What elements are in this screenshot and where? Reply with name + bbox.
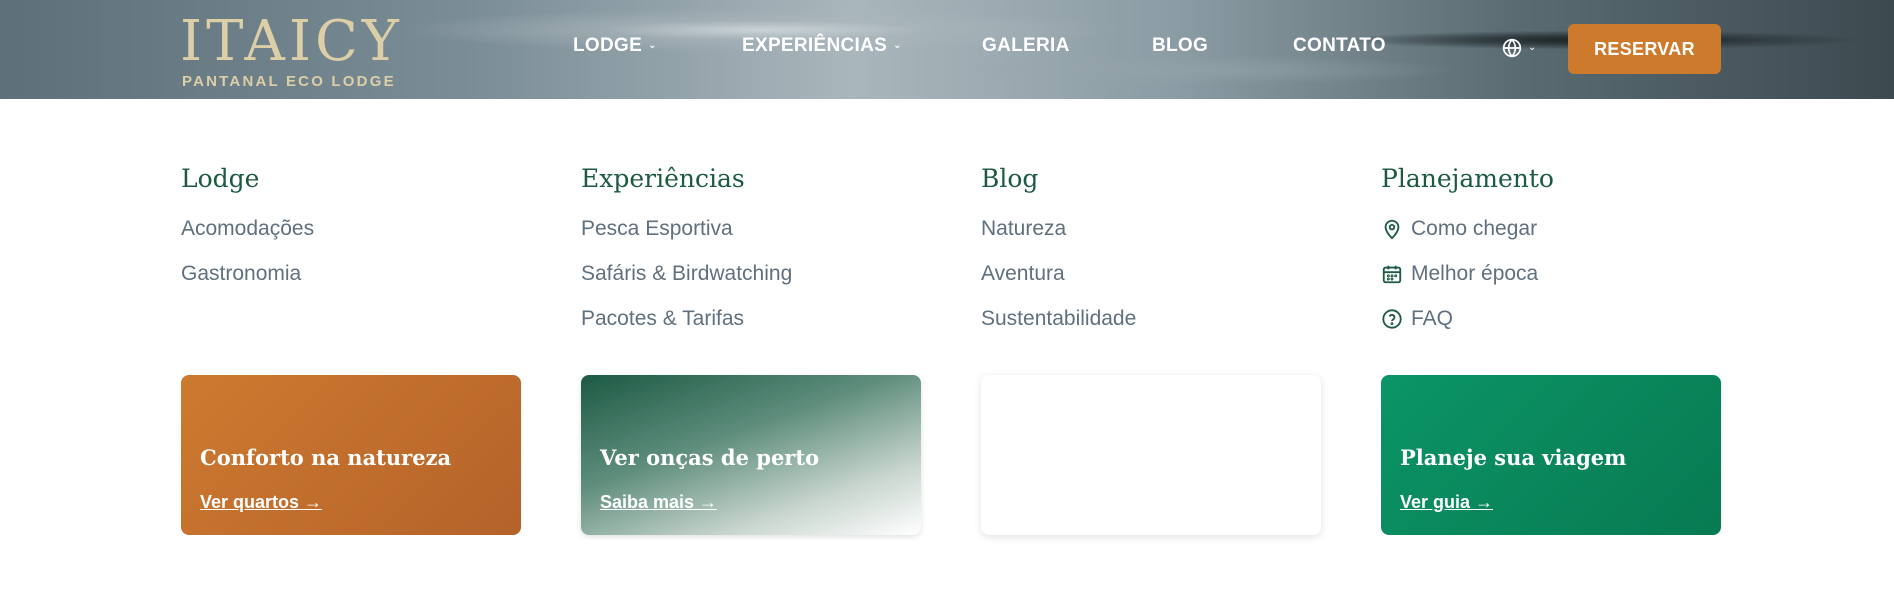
card-link[interactable]: Saiba mais → xyxy=(600,492,717,513)
nav-lodge[interactable]: LODGE ⌄ xyxy=(573,35,657,57)
card-planeje[interactable]: Planeje sua viagem Ver guia → xyxy=(1381,375,1721,535)
link-melhor-epoca[interactable]: Melhor época xyxy=(1381,251,1721,296)
link-label: Melhor época xyxy=(1411,261,1539,285)
menu-column-lodge: Lodge Acomodações Gastronomia xyxy=(181,162,521,296)
card-oncas[interactable]: Ver onças de perto Saiba mais → xyxy=(581,375,921,535)
help-circle-icon xyxy=(1381,308,1403,330)
card-link[interactable]: Ver guia → xyxy=(1400,492,1493,513)
link-safaris-birdwatching[interactable]: Safáris & Birdwatching xyxy=(581,251,921,296)
link-label: Como chegar xyxy=(1411,216,1538,240)
menu-column-planejamento: Planejamento Como chegar Melhor época FA… xyxy=(1381,162,1721,341)
nav-lodge-label: LODGE xyxy=(573,35,643,56)
link-pesca-esportiva[interactable]: Pesca Esportiva xyxy=(581,206,921,251)
link-acomodacoes[interactable]: Acomodações xyxy=(181,206,521,251)
chevron-down-icon: ⌄ xyxy=(648,40,657,51)
link-como-chegar[interactable]: Como chegar xyxy=(1381,206,1721,251)
column-title: Planejamento xyxy=(1381,164,1554,193)
chevron-down-icon: ⌄ xyxy=(1528,42,1537,53)
language-selector[interactable]: ⌄ xyxy=(1502,37,1544,61)
card-blog[interactable] xyxy=(981,375,1321,535)
menu-column-experiencias: Experiências Pesca Esportiva Safáris & B… xyxy=(581,162,921,341)
calendar-icon xyxy=(1381,263,1403,285)
reserve-button[interactable]: RESERVAR xyxy=(1568,24,1721,74)
nav-experiencias-label: EXPERIÊNCIAS xyxy=(742,35,888,56)
logo-tagline: PANTANAL ECO LODGE xyxy=(182,73,396,90)
link-natureza[interactable]: Natureza xyxy=(981,206,1321,251)
card-title: Planeje sua viagem xyxy=(1400,445,1627,470)
nav-contato[interactable]: CONTATO xyxy=(1293,35,1386,57)
card-title: Conforto na natureza xyxy=(200,445,452,470)
link-pacotes-tarifas[interactable]: Pacotes & Tarifas xyxy=(581,296,921,341)
card-title: Ver onças de perto xyxy=(600,445,820,470)
nav-experiencias[interactable]: EXPERIÊNCIAS ⌄ xyxy=(742,35,902,57)
nav-galeria[interactable]: GALERIA xyxy=(982,35,1070,57)
nav-blog[interactable]: BLOG xyxy=(1152,35,1208,57)
chevron-down-icon: ⌄ xyxy=(893,40,902,51)
link-label: FAQ xyxy=(1411,306,1454,330)
site-header: ITAICY PANTANAL ECO LODGE LODGE ⌄ EXPERIÊ… xyxy=(0,0,1894,99)
card-conforto[interactable]: Conforto na natureza Ver quartos → xyxy=(181,375,521,535)
map-pin-icon xyxy=(1381,218,1403,240)
column-title: Lodge xyxy=(181,164,260,193)
logo[interactable]: ITAICY PANTANAL ECO LODGE xyxy=(180,12,412,92)
link-gastronomia[interactable]: Gastronomia xyxy=(181,251,521,296)
globe-icon xyxy=(1502,38,1522,58)
column-title: Blog xyxy=(981,164,1039,193)
link-aventura[interactable]: Aventura xyxy=(981,251,1321,296)
card-link[interactable]: Ver quartos → xyxy=(200,492,322,513)
menu-column-blog: Blog Natureza Aventura Sustentabilidade xyxy=(981,162,1321,341)
logo-wordmark: ITAICY xyxy=(180,9,403,74)
column-title: Experiências xyxy=(581,164,745,193)
link-faq[interactable]: FAQ xyxy=(1381,296,1721,341)
link-sustentabilidade[interactable]: Sustentabilidade xyxy=(981,296,1321,341)
